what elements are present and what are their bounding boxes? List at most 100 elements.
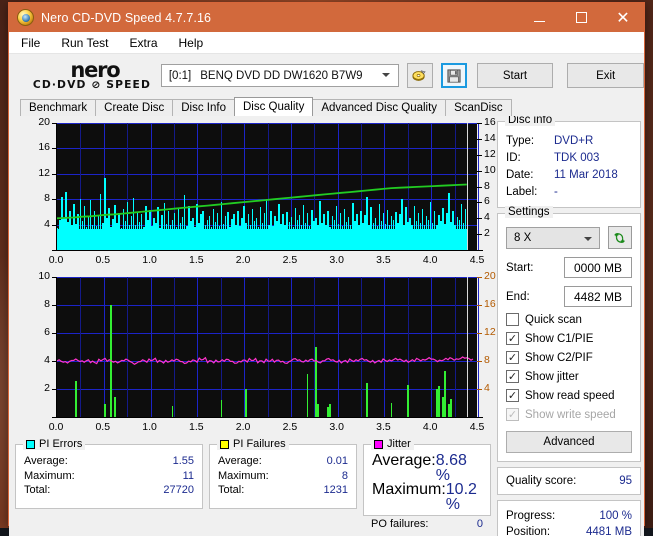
tab-create-disc[interactable]: Create Disc [95,99,174,116]
pi-failures-maximum-value: 8 [341,469,348,482]
tab-disc-info[interactable]: Disc Info [172,99,235,116]
tab-advanced-disc-quality[interactable]: Advanced Disc Quality [312,99,447,116]
x-tick-label: 1.5 [189,254,204,266]
save-results-button[interactable] [440,63,467,88]
jitter-label: Jitter [387,438,411,450]
x-tick-label: 3.5 [376,254,391,266]
x-tick-label: 0.5 [95,254,111,266]
y2-tick [477,234,482,236]
pi-errors-maximum-key: Maximum: [24,469,75,482]
jitter-maximum-value: 10.2 % [445,481,477,513]
progress-row: Progress: 100 % [506,508,632,524]
logo-subtitle: CD·DVD ⊘ SPEED [32,78,151,91]
x-tick-label: 2.0 [235,254,251,266]
checkbox-show-write-speed-label: Show write speed [525,408,616,421]
start-position-label: Start: [506,261,534,274]
pi-failures-box: PI Failures Average: 0.01 Maximum: 8 Tot… [209,438,357,509]
start-position-input[interactable]: 0000 MB [564,257,632,278]
pi-failures-label: PI Failures [233,438,286,450]
pif-chart-plot [56,277,479,417]
jitter-inner: Jitter Average: 8.68 % Maximum: 10.2 % [363,438,491,516]
minimize-button[interactable] [518,3,560,32]
title-bar: Nero CD-DVD Speed 4.7.7.16 ✕ [9,3,644,32]
y2-tick-label: 12 [484,147,496,160]
x-axis-line [52,417,483,418]
checkbox-quick-scan[interactable]: Quick scan [506,313,632,326]
speed-row: 8 X [506,226,632,249]
scan-position-cursor [467,277,468,417]
checkbox-show-c2-pif[interactable]: ✓ Show C2/PIF [506,351,632,364]
jitter-color-swatch [374,439,383,449]
advanced-button[interactable]: Advanced [506,431,632,453]
app-window: Nero CD-DVD Speed 4.7.7.16 ✕ File Run Te… [8,2,645,536]
y-tick-label: 8 [44,192,50,205]
x-tick-label: 4.5 [469,254,485,266]
x-tick-label: 1.5 [189,421,204,433]
disc-id-row: ID: TDK 003 [506,150,632,167]
pi-errors-box: PI Errors Average: 1.55 Maximum: 11 Tota… [15,438,203,509]
tab-strip: Benchmark Create Disc Disc Info Disc Qua… [9,97,644,116]
checkbox-show-jitter[interactable]: ✓ Show jitter [506,370,632,383]
checkbox-icon: ✓ [506,407,519,421]
pi-errors-title: PI Errors [23,438,86,450]
refresh-button[interactable] [608,226,632,249]
checkbox-show-read-speed[interactable]: ✓ Show read speed [506,389,632,402]
pi-errors-total-key: Total: [24,484,51,496]
disc-id-value: TDK 003 [554,152,600,164]
pi-failures-average-value: 0.01 [326,455,348,467]
y2-tick-label: 6 [484,195,490,208]
menu-item-file[interactable]: File [19,35,42,51]
tab-disc-quality[interactable]: Disc Quality [234,97,314,116]
maximize-button[interactable] [560,3,602,32]
y2-tick-label: 8 [484,354,490,366]
checkbox-icon [506,313,519,326]
x-tick-label: 1.0 [142,254,157,266]
jitter-maximum-row: Maximum: 10.2 % [372,481,482,513]
statistics-row: PI Errors Average: 1.55 Maximum: 11 Tota… [15,438,491,530]
tab-content: 4 8 12 16 20 2 4 6 8 10 12 14 16 0.0 0.5 1.0 1.5 2.0 2.5… [9,114,644,536]
pi-errors-label: PI Errors [39,438,83,450]
y-tick-label: 4 [44,354,50,366]
y2-tick-label: 20 [484,270,496,282]
checkbox-show-c1-pie[interactable]: ✓ Show C1/PIE [506,332,632,345]
x-tick-label: 2.5 [282,254,298,266]
disc-type-row: Type: DVD+R [506,133,632,150]
menu-item-extra[interactable]: Extra [127,35,159,51]
disc-date-key: Date: [506,169,534,181]
drive-select[interactable]: [0:1] BENQ DVD DD DW1620 B7W9 [160,64,399,87]
window-controls: ✕ [518,3,644,32]
tab-benchmark[interactable]: Benchmark [20,99,97,116]
menu-item-run-test[interactable]: Run Test [59,35,110,51]
speed-select[interactable]: 8 X [506,226,600,249]
pi-failures-color-swatch [220,439,229,449]
y2-tick-label: 2 [484,227,490,240]
end-position-input[interactable]: 4482 MB [564,286,632,307]
pi-errors-total-row: Total: 27720 [24,483,194,498]
end-position-row: End: 4482 MB [506,286,632,307]
start-button[interactable]: Start [476,63,554,88]
pif-chart-panel: 2 4 6 8 10 4 8 12 16 20 0.0 0.5 1.0 1.5 2.0 2.5 3.0 3.5… [15,270,495,437]
pi-failures-total-key: Total: [218,484,245,496]
checkbox-icon: ✓ [506,350,519,364]
y2-tick-label: 4 [484,382,490,394]
jitter-title: Jitter [371,438,414,450]
exit-button[interactable]: Exit [567,63,644,88]
pi-errors-color-swatch [26,439,35,449]
logo-wordmark: nero [70,57,120,82]
disc-type-value: DVD+R [554,135,594,147]
y-tick-label: 10 [38,270,50,282]
menu-item-help[interactable]: Help [177,35,206,51]
disc-id-key: ID: [506,152,521,164]
nero-logo: nero CD·DVD ⊘ SPEED [9,57,161,91]
x-tick-label: 3.5 [376,421,391,433]
gridline [478,277,479,417]
quality-score-box: Quality score: 95 [497,467,641,495]
disc-label-value: - [554,186,558,198]
y2-tick [477,154,482,156]
y2-tick-label: 16 [484,116,496,128]
close-button[interactable]: ✕ [602,3,644,32]
eject-disc-button[interactable] [406,63,433,88]
progress-key: Progress: [506,510,556,522]
tab-scandisc[interactable]: ScanDisc [445,99,512,116]
checkbox-icon: ✓ [506,388,519,402]
